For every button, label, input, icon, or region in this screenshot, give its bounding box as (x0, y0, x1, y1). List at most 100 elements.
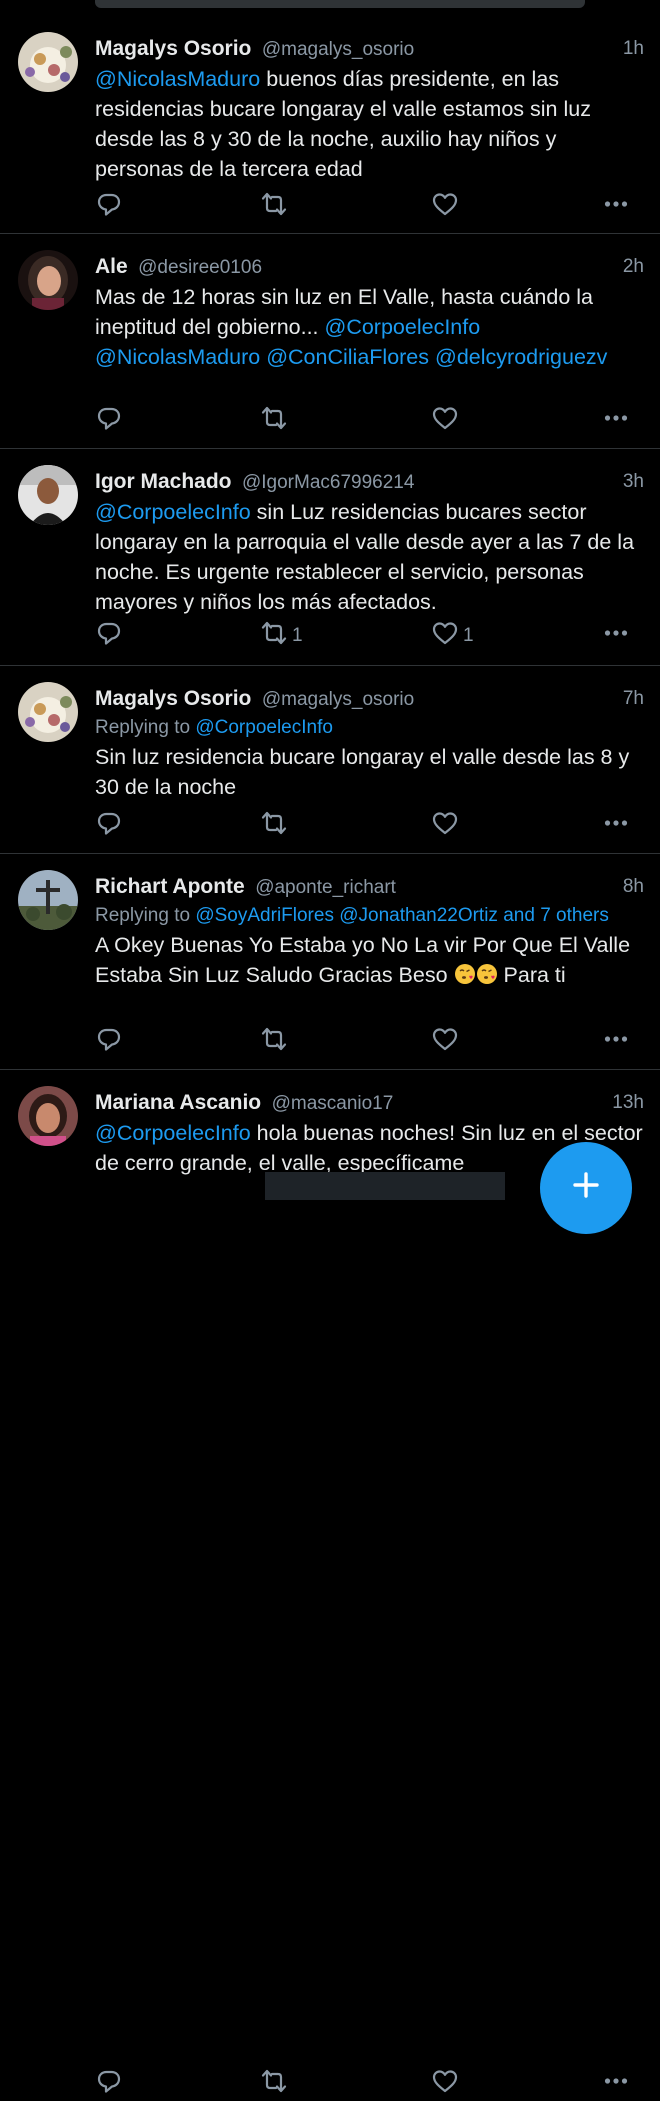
display-name[interactable]: Mariana Ascanio (95, 1091, 261, 1114)
reply-button[interactable] (95, 2069, 123, 2099)
retweet-button[interactable] (260, 192, 292, 222)
replying-to-label: Replying to (95, 905, 196, 926)
reply-button[interactable] (95, 406, 123, 436)
tweet-text-segment: Sin luz residencia bucare longaray el va… (95, 745, 630, 799)
display-name[interactable]: Magalys Osorio (95, 687, 251, 710)
mention-link[interactable]: @NicolasMaduro (95, 345, 260, 369)
replying-to-mentions[interactable]: @CorpoelecInfo (195, 717, 333, 738)
tweet-text: @CorpoelecInfo sin Luz residencias bucar… (95, 497, 644, 617)
avatar[interactable] (18, 870, 78, 930)
tweet-actions (95, 406, 630, 436)
timestamp[interactable]: 13h (612, 1088, 644, 1118)
face-blowing-kiss-icon (454, 963, 476, 985)
more-options-button[interactable] (602, 1027, 630, 1057)
heart-icon (431, 619, 459, 653)
tweet[interactable]: Magalys Osorio @magalys_osorio 7h Replyi… (0, 666, 660, 854)
compose-plus-icon (573, 1172, 599, 1198)
retweet-button[interactable]: 1 (260, 621, 303, 651)
retweet-icon (260, 2067, 288, 2101)
heart-icon (431, 1025, 459, 1059)
tweet-actions: 1 1 (95, 621, 630, 651)
more-options-button[interactable] (602, 621, 630, 651)
tweet-header: Ale @desiree0106 2h (95, 252, 644, 282)
replying-to-label: Replying to (95, 717, 196, 738)
reply-button[interactable] (95, 621, 123, 651)
user-handle[interactable]: @desiree0106 (138, 257, 262, 278)
avatar[interactable] (18, 250, 78, 310)
more-options-button[interactable] (602, 192, 630, 222)
avatar[interactable] (18, 682, 78, 742)
reply-icon (95, 190, 123, 224)
more-options-button[interactable] (602, 2069, 630, 2099)
timestamp[interactable]: 1h (623, 34, 644, 64)
user-handle[interactable]: @magalys_osorio (262, 39, 414, 60)
like-button[interactable] (431, 406, 463, 436)
avatar[interactable] (18, 1086, 78, 1146)
tweet-actions (95, 2069, 630, 2099)
reply-icon (95, 2067, 123, 2101)
mention-link[interactable]: @delcyrodriguezv (435, 345, 607, 369)
reply-button[interactable] (95, 811, 123, 841)
like-button[interactable] (431, 1027, 463, 1057)
like-button[interactable] (431, 811, 463, 841)
display-name[interactable]: Magalys Osorio (95, 37, 251, 60)
display-name[interactable]: Richart Aponte (95, 875, 245, 898)
mention-link[interactable]: @CorpoelecInfo (325, 315, 481, 339)
mention-link[interactable]: @CorpoelecInfo (95, 500, 251, 524)
mention-link[interactable]: @CorpoelecInfo (95, 1121, 251, 1145)
retweet-button[interactable] (260, 1027, 292, 1057)
tweet-header: Magalys Osorio @magalys_osorio 7h (95, 684, 644, 714)
tweet[interactable]: Richart Aponte @aponte_richart 8h Replyi… (0, 854, 660, 1070)
timestamp[interactable]: 2h (623, 252, 644, 282)
user-handle[interactable]: @mascanio17 (272, 1093, 394, 1114)
retweet-button[interactable] (260, 2069, 292, 2099)
reply-icon (95, 1025, 123, 1059)
retweet-icon (260, 809, 288, 843)
user-handle[interactable]: @aponte_richart (255, 877, 396, 898)
tweet-actions (95, 1027, 630, 1057)
tweet-actions (95, 192, 630, 222)
timestamp[interactable]: 7h (623, 684, 644, 714)
more-dots-icon (602, 2067, 630, 2101)
like-button[interactable] (431, 192, 463, 222)
mention-link[interactable]: @NicolasMaduro (95, 67, 260, 91)
bottom-navigation-bar (265, 1172, 505, 1200)
reply-button[interactable] (95, 192, 123, 222)
tweet-text-segment: Para ti (497, 963, 566, 987)
like-button[interactable] (431, 2069, 463, 2099)
more-options-button[interactable] (602, 811, 630, 841)
tweet-text: Mas de 12 horas sin luz en El Valle, has… (95, 282, 644, 372)
user-handle[interactable]: @IgorMac67996214 (242, 472, 414, 493)
retweet-button[interactable] (260, 811, 292, 841)
retweet-button[interactable] (260, 406, 292, 436)
heart-icon (431, 809, 459, 843)
more-options-button[interactable] (602, 406, 630, 436)
mention-link[interactable]: @ConCiliaFlores (266, 345, 429, 369)
timestamp[interactable]: 3h (623, 467, 644, 497)
timestamp[interactable]: 8h (623, 872, 644, 902)
like-button[interactable]: 1 (431, 621, 474, 651)
display-name[interactable]: Ale (95, 255, 128, 278)
display-name[interactable]: Igor Machado (95, 470, 232, 493)
tweet[interactable]: Ale @desiree0106 2h Mas de 12 horas sin … (0, 234, 660, 449)
retweet-icon (260, 190, 288, 224)
reply-button[interactable] (95, 1027, 123, 1057)
tweet-feed: Magalys Osorio @magalys_osorio 1h @Nicol… (0, 16, 660, 2093)
replying-to-line: Replying to @SoyAdriFlores @Jonathan22Or… (95, 902, 644, 930)
tweet-text: @NicolasMaduro buenos días presidente, e… (95, 64, 644, 184)
top-scroll-indicator (95, 0, 585, 8)
more-dots-icon (602, 1025, 630, 1059)
more-dots-icon (602, 809, 630, 843)
tweet[interactable]: Magalys Osorio @magalys_osorio 1h @Nicol… (0, 16, 660, 234)
replying-to-mentions[interactable]: @SoyAdriFlores @Jonathan22Ortiz and 7 ot… (195, 905, 609, 926)
more-dots-icon (602, 404, 630, 438)
replying-to-line: Replying to @CorpoelecInfo (95, 714, 644, 742)
tweet-header: Richart Aponte @aponte_richart 8h (95, 872, 644, 902)
reply-icon (95, 619, 123, 653)
compose-tweet-button[interactable] (540, 1142, 632, 1234)
reply-icon (95, 809, 123, 843)
avatar[interactable] (18, 32, 78, 92)
avatar[interactable] (18, 465, 78, 525)
user-handle[interactable]: @magalys_osorio (262, 689, 414, 710)
tweet[interactable]: Igor Machado @IgorMac67996214 3h @Corpoe… (0, 449, 660, 666)
